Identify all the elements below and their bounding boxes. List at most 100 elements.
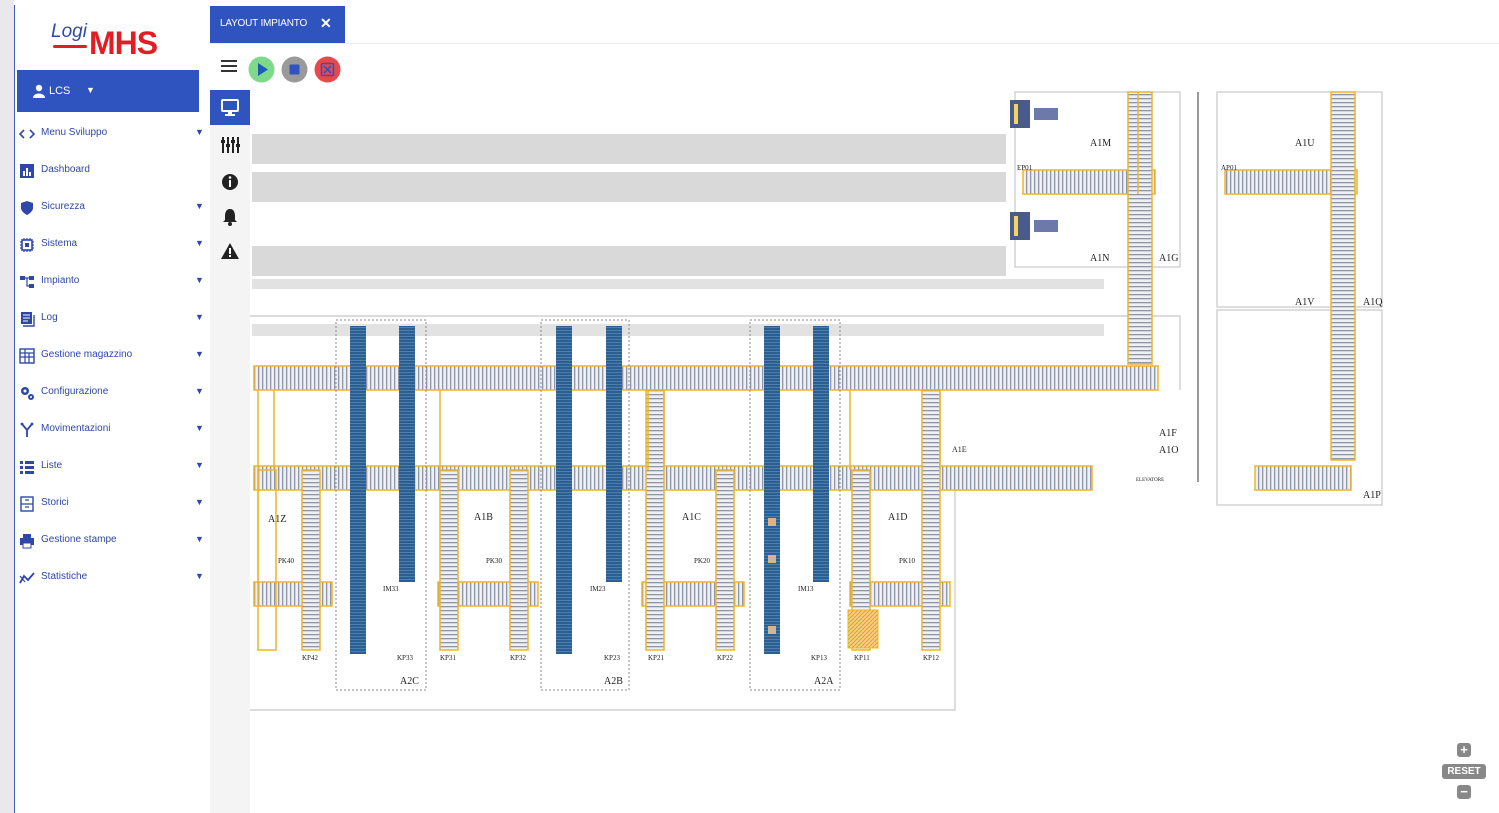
zoom-in-button[interactable]: +: [1457, 743, 1471, 757]
play-button[interactable]: [248, 56, 275, 83]
area-label-a2b: A2B: [604, 676, 623, 687]
logo-swoosh: [53, 45, 87, 48]
user-menu-button[interactable]: LCS ▼: [17, 70, 199, 112]
sidebar-item-label: Gestione magazzino: [41, 349, 133, 360]
log-icon: [19, 311, 35, 327]
zoom-reset-button[interactable]: RESET: [1442, 764, 1486, 779]
sidebar-item-dashboard[interactable]: Dashboard: [15, 152, 211, 189]
bell-icon[interactable]: [220, 207, 240, 227]
port-kp33: KP33: [397, 654, 413, 662]
user-icon: [33, 84, 45, 98]
tab-label: LAYOUT IMPIANTO: [220, 18, 308, 29]
caret-down-icon: ▼: [86, 85, 95, 95]
sidebar-item-label: Dashboard: [41, 164, 90, 175]
caret-down-icon: ▼: [195, 460, 204, 470]
sidebar-item-label: Log: [41, 312, 58, 323]
shield-icon: [19, 200, 35, 216]
sidebar-item-gestione-magazzino[interactable]: Gestione magazzino ▼: [15, 337, 211, 374]
port-kp22: KP22: [717, 654, 733, 662]
misc-ap01: AP01: [1221, 164, 1237, 172]
hamburger-icon[interactable]: [221, 59, 237, 73]
caret-down-icon: ▼: [195, 127, 204, 137]
print-icon: [19, 533, 35, 549]
sidebar-item-configurazione[interactable]: Configurazione ▼: [15, 374, 211, 411]
port-kp11: KP11: [854, 654, 870, 662]
sidebar-item-impianto[interactable]: Impianto ▼: [15, 263, 211, 300]
port-kp13: KP13: [811, 654, 827, 662]
sliders-icon[interactable]: [220, 135, 240, 155]
port-kp31: KP31: [440, 654, 456, 662]
abort-button[interactable]: [314, 56, 341, 83]
sidebar-menu: Menu Sviluppo ▼ Dashboard Sicurezza ▼ Sistema…: [15, 115, 211, 596]
sidebar-item-sistema[interactable]: Sistema ▼: [15, 226, 211, 263]
sidebar-item-movimentazioni[interactable]: Movimentazioni ▼: [15, 411, 211, 448]
port-kp21: KP21: [648, 654, 664, 662]
layout-canvas[interactable]: A1Z A1B A1C A1D A2C A2B A2A A1M A1N A1G …: [250, 90, 1499, 813]
misc-elevatore: ELEVATORE: [1136, 478, 1164, 483]
top-buffer-strips: [252, 134, 1104, 336]
area-label-a1m: A1M: [1090, 138, 1111, 149]
port-kp32: KP32: [510, 654, 526, 662]
sidebar-item-gestione-stampe[interactable]: Gestione stampe ▼: [15, 522, 211, 559]
caret-down-icon: ▼: [195, 312, 204, 322]
port-kp42: KP42: [302, 654, 318, 662]
sidebar-item-label: Gestione stampe: [41, 534, 117, 545]
caret-down-icon: ▼: [195, 349, 204, 359]
tab-bar: LAYOUT IMPIANTO ✕: [210, 5, 1499, 43]
monitor-icon: [221, 99, 239, 116]
monitor-tool-button[interactable]: [210, 90, 250, 125]
tab-layout-impianto[interactable]: LAYOUT IMPIANTO ✕: [210, 6, 345, 43]
stop-button[interactable]: [281, 56, 308, 83]
sidebar-item-liste[interactable]: Liste ▼: [15, 448, 211, 485]
zoom-controls: + RESET −: [1440, 740, 1488, 805]
logo-logi-text: Logi: [51, 21, 87, 42]
area-label-a1n: A1N: [1090, 253, 1109, 264]
caret-down-icon: ▼: [195, 275, 204, 285]
area-label-a1c: A1C: [682, 512, 701, 523]
misc-im33: IM33: [383, 585, 399, 593]
layout-toolbar: [210, 43, 1499, 92]
caret-down-icon: ▼: [195, 497, 204, 507]
caret-down-icon: ▼: [195, 238, 204, 248]
code-icon: [18, 126, 36, 142]
sidebar-item-label: Movimentazioni: [41, 423, 111, 434]
misc-ep01: EP01: [1017, 164, 1033, 172]
station-pk40: PK40: [278, 557, 294, 565]
area-label-a1g: A1G: [1159, 253, 1178, 264]
area-label-a2c: A2C: [400, 676, 419, 687]
user-name: LCS: [49, 85, 71, 97]
area-label-a1p: A1P: [1363, 490, 1381, 501]
sidebar-item-label: Statistiche: [41, 571, 88, 582]
sidebar-item-menu-sviluppo[interactable]: Menu Sviluppo ▼: [15, 115, 211, 152]
close-icon[interactable]: ✕: [320, 15, 332, 32]
sidebar-item-label: Liste: [41, 460, 63, 471]
sidebar-item-label: Impianto: [41, 275, 80, 286]
caret-down-icon: ▼: [195, 571, 204, 581]
caret-down-icon: ▼: [195, 386, 204, 396]
side-tools: [210, 90, 250, 813]
cpu-icon: [19, 237, 35, 253]
sidebar-item-label: Sicurezza: [41, 201, 85, 212]
chart-icon: [19, 163, 35, 179]
zoom-out-button[interactable]: −: [1457, 785, 1471, 799]
sidebar-item-label: Storici: [41, 497, 69, 508]
sidebar-item-storici[interactable]: Storici ▼: [15, 485, 211, 522]
sidebar-item-label: Sistema: [41, 238, 78, 249]
plant-layout-svg[interactable]: A1Z A1B A1C A1D A2C A2B A2A A1M A1N A1G …: [250, 90, 1499, 813]
fork-icon: [19, 422, 35, 438]
warning-icon[interactable]: [220, 241, 240, 261]
area-label-a1u: A1U: [1295, 138, 1315, 149]
sidebar-item-log[interactable]: Log ▼: [15, 300, 211, 337]
logo-mhs-text: MHS: [89, 25, 158, 61]
caret-down-icon: ▼: [195, 423, 204, 433]
station-labels: PK40 PK30 PK20 PK10 KP42 KP33 KP31 KP32 …: [278, 164, 1237, 662]
sidebar: Logi MHS LCS ▼ Menu Sviluppo ▼ Dashboard Si…: [14, 5, 211, 813]
caret-down-icon: ▼: [195, 534, 204, 544]
info-icon[interactable]: [220, 172, 240, 192]
sidebar-item-label: Menu Sviluppo: [41, 127, 108, 138]
station-pk20: PK20: [694, 557, 710, 565]
sidebar-item-statistiche[interactable]: Statistiche ▼: [15, 559, 211, 596]
caret-down-icon: ▼: [195, 201, 204, 211]
sidebar-item-sicurezza[interactable]: Sicurezza ▼: [15, 189, 211, 226]
horizontal-conveyors: [253, 169, 1358, 607]
